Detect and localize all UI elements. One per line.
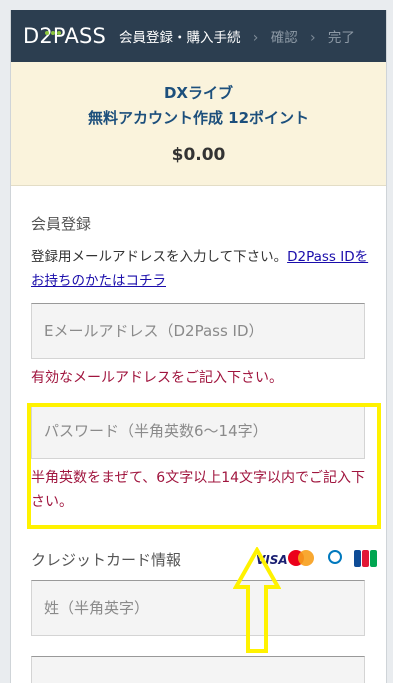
instruction-text: 登録用メールアドレスを入力して下さい。	[31, 249, 288, 265]
logo-dots	[45, 20, 63, 39]
product-price: $0.00	[171, 145, 226, 165]
email-error: 有効なメールアドレスをご記入下さい。	[31, 370, 283, 386]
step-complete: 完了	[327, 30, 355, 46]
diners-club-icon	[322, 550, 348, 567]
highlight-box	[27, 403, 381, 529]
up-arrow-icon	[233, 547, 281, 653]
lastname-input[interactable]	[32, 581, 364, 635]
progress-steps: 会員登録・購入手続 › 確認 › 完了	[119, 26, 355, 46]
header-bar: D2PASS 会員登録・購入手続 › 確認 › 完了	[11, 10, 386, 62]
lastname-field[interactable]	[31, 580, 365, 636]
jcb-icon	[354, 550, 377, 567]
d2pass-logo[interactable]: D2PASS	[23, 24, 106, 48]
email-field[interactable]	[31, 303, 365, 359]
registration-instruction: 登録用メールアドレスを入力して下さい。D2Pass IDをお持ちのかたはコチラ	[31, 245, 371, 293]
product-summary: DXライブ 無料アカウント作成 12ポイント $0.00	[11, 62, 386, 186]
registration-title: 会員登録	[31, 215, 92, 233]
chevron-right-icon: ›	[252, 30, 259, 46]
email-input[interactable]	[32, 304, 364, 358]
step-confirm: 確認	[270, 30, 298, 46]
firstname-field[interactable]	[31, 656, 365, 683]
credit-card-title: クレジットカード情報	[31, 551, 182, 569]
mastercard-icon	[288, 550, 314, 567]
chevron-right-icon: ›	[310, 30, 316, 46]
signup-card: D2PASS 会員登録・購入手続 › 確認 › 完了 DXライブ 無料アカウント…	[10, 10, 387, 683]
product-name: DXライブ	[163, 84, 234, 102]
step-register: 会員登録・購入手続	[119, 30, 241, 46]
logo-text: D2PASS	[23, 24, 107, 48]
product-description: 無料アカウント作成 12ポイント	[87, 109, 310, 127]
firstname-input[interactable]	[32, 657, 364, 683]
